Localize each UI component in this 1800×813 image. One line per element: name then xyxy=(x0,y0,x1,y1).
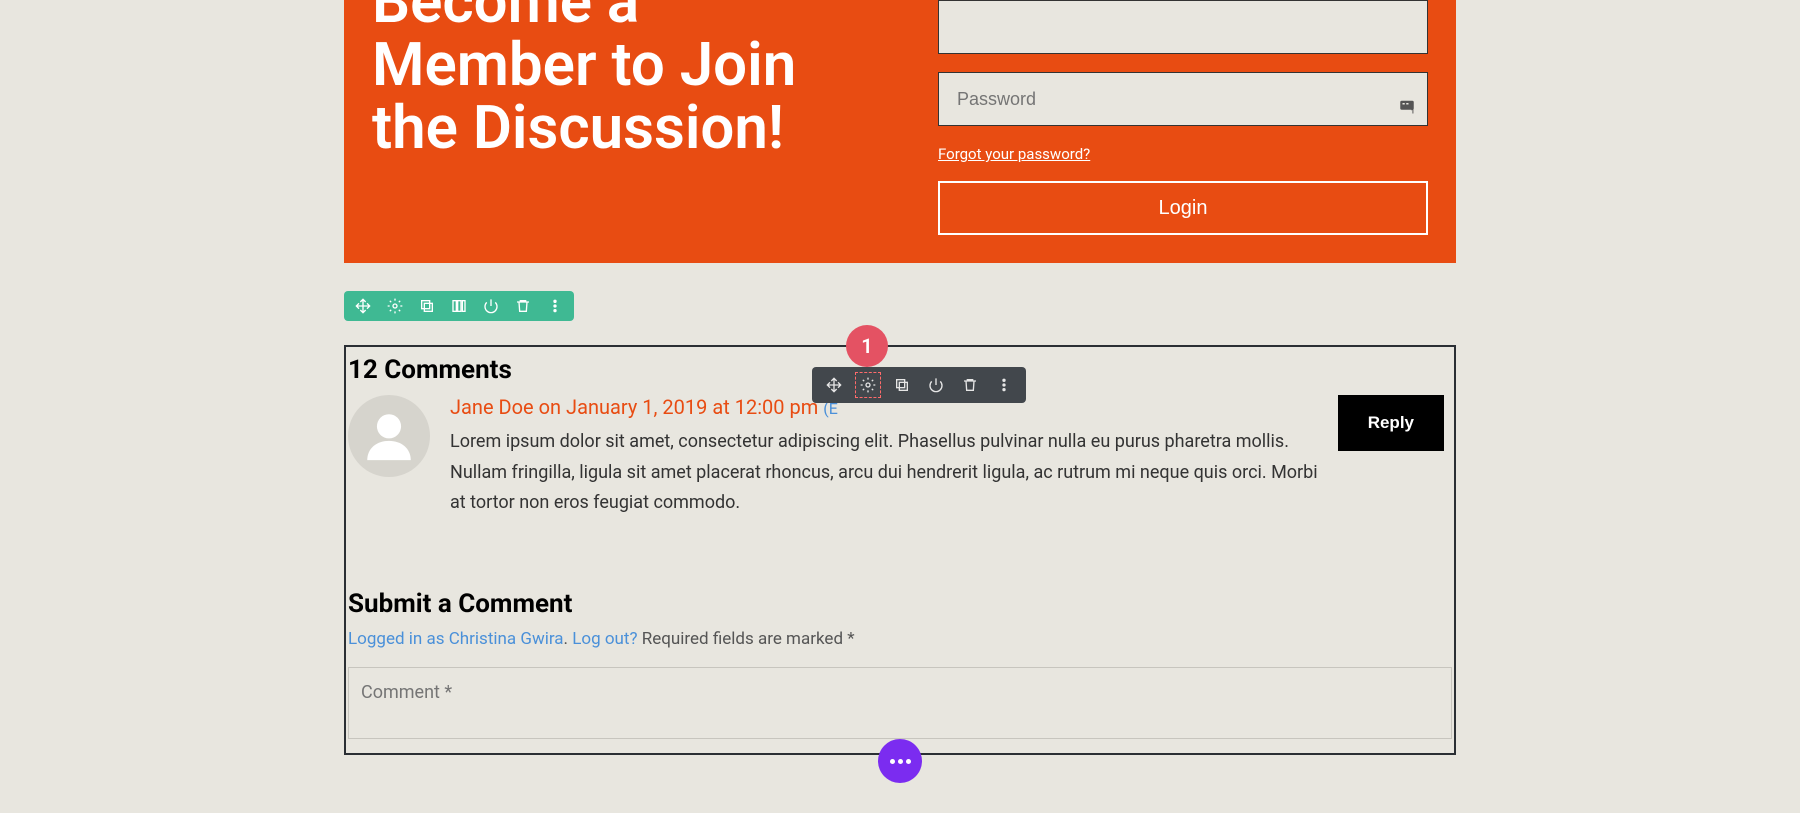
comment-author: Jane Doe xyxy=(450,395,534,419)
svg-text:1: 1 xyxy=(1411,108,1415,116)
username-field[interactable] xyxy=(938,0,1428,54)
more-icon[interactable] xyxy=(546,297,564,315)
submit-note: Logged in as Christina Gwira. Log out? R… xyxy=(348,629,1454,649)
step-badge: 1 xyxy=(846,325,888,367)
avatar xyxy=(348,395,430,477)
password-manager-icon[interactable]: 1 xyxy=(1398,97,1416,119)
trash-icon[interactable] xyxy=(960,375,980,395)
submit-comment-title: Submit a Comment xyxy=(348,589,1454,619)
membership-banner: Become a Member to Join the Discussion! … xyxy=(344,0,1456,263)
comment-textarea[interactable] xyxy=(348,667,1452,739)
logout-link[interactable]: Log out? xyxy=(572,629,637,649)
fab-more-button[interactable] xyxy=(878,739,922,783)
comment-row: Jane Doe on January 1, 2019 at 12:00 pm … xyxy=(346,395,1454,519)
required-note: Required fields are marked * xyxy=(638,629,855,649)
comment-date: on January 1, 2019 at 12:00 pm xyxy=(534,395,824,419)
element-toolbar xyxy=(812,367,1026,403)
power-icon[interactable] xyxy=(926,375,946,395)
reply-button[interactable]: Reply xyxy=(1338,395,1444,451)
clone-icon[interactable] xyxy=(892,375,912,395)
clone-icon[interactable] xyxy=(418,297,436,315)
logged-in-link[interactable]: Logged in as Christina Gwira xyxy=(348,629,564,649)
power-icon[interactable] xyxy=(482,297,500,315)
password-field[interactable] xyxy=(938,72,1428,126)
comment-text: Lorem ipsum dolor sit amet, consectetur … xyxy=(450,427,1318,519)
trash-icon[interactable] xyxy=(514,297,532,315)
move-icon[interactable] xyxy=(354,297,372,315)
login-button[interactable]: Login xyxy=(938,181,1428,235)
move-icon[interactable] xyxy=(824,375,844,395)
more-icon[interactable] xyxy=(994,375,1014,395)
banner-title: Become a Member to Join the Discussion! xyxy=(372,0,878,159)
columns-icon[interactable] xyxy=(450,297,468,315)
module-toolbar xyxy=(344,291,574,321)
forgot-password-link[interactable]: Forgot your password? xyxy=(938,145,1090,163)
comments-module: 1 12 Comments Jane Doe on January 1, 201… xyxy=(344,345,1456,755)
gear-icon[interactable] xyxy=(386,297,404,315)
gear-icon[interactable] xyxy=(858,375,878,395)
